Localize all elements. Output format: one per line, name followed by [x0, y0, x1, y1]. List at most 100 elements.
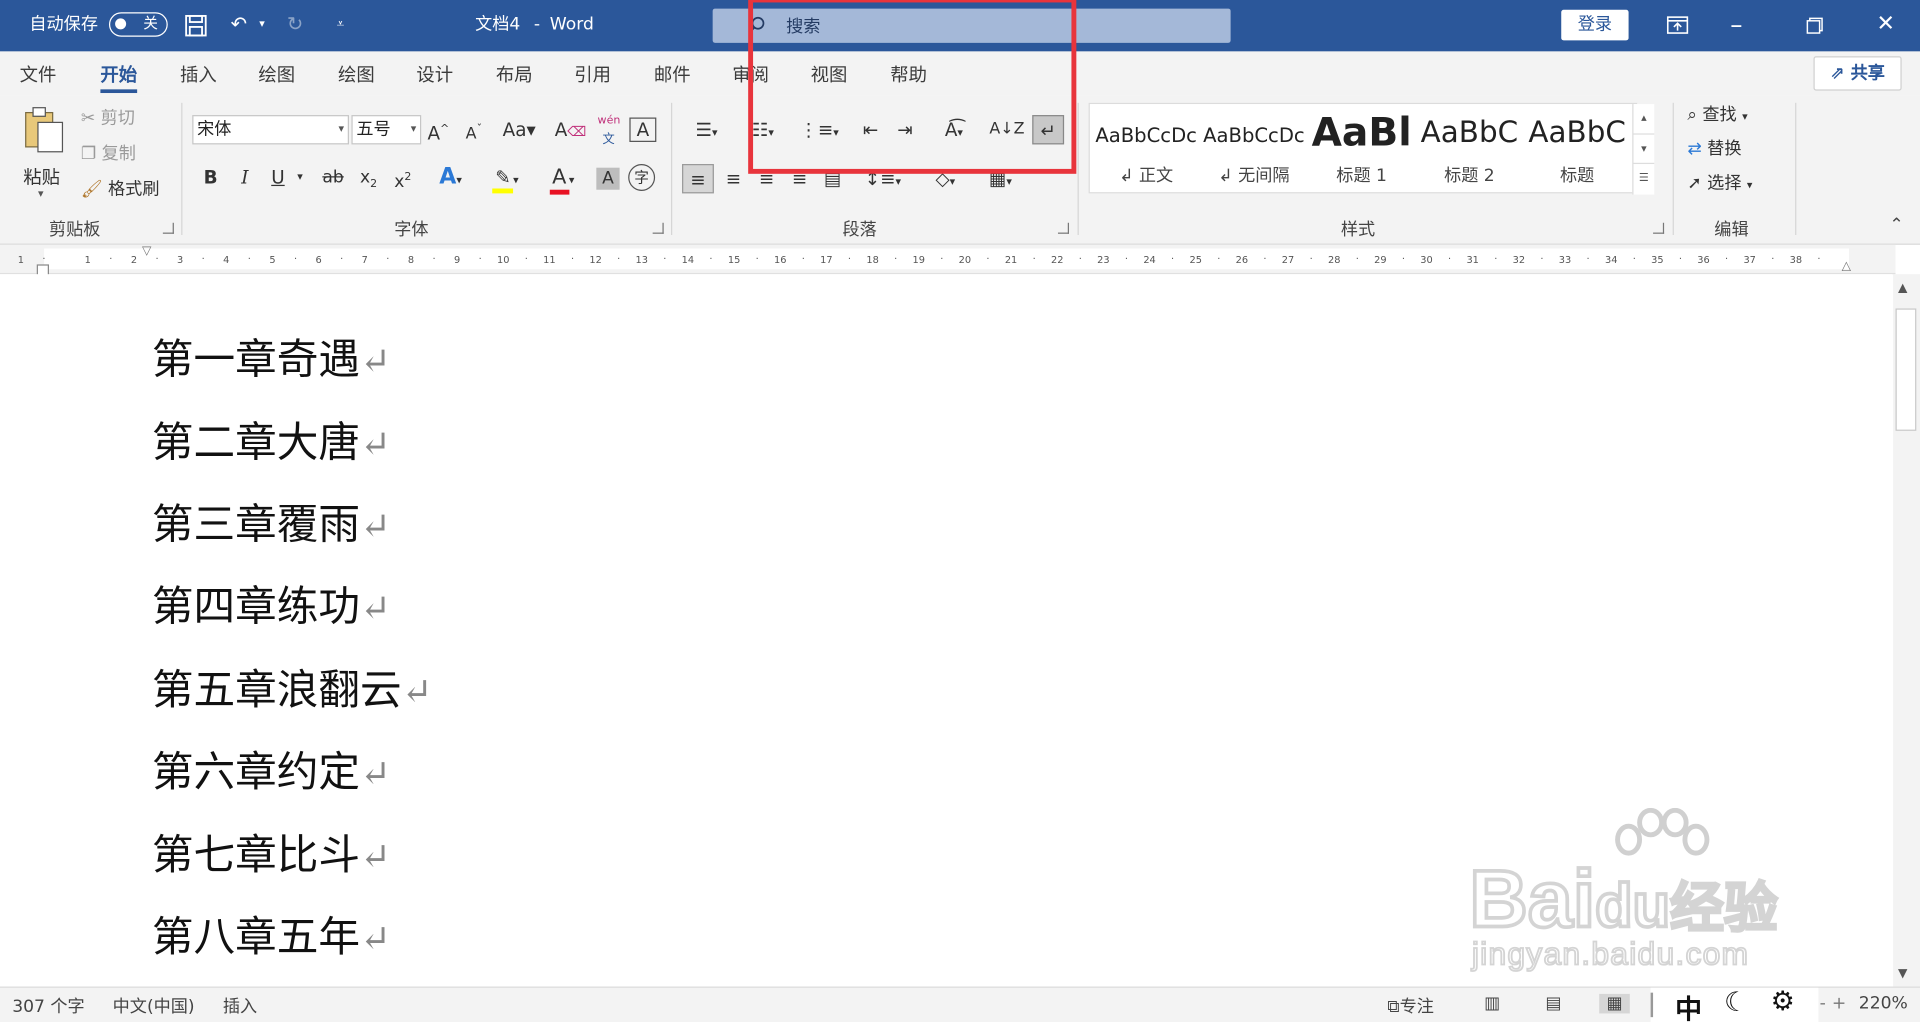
chevron-down-icon[interactable]: ▾: [1633, 133, 1655, 162]
undo-icon[interactable]: ↶: [222, 0, 256, 51]
restore-icon[interactable]: [1790, 0, 1839, 51]
customize-toolbar-icon[interactable]: ⩡: [324, 0, 356, 51]
undo-dropdown-icon[interactable]: ▾: [252, 0, 272, 51]
more-styles-icon[interactable]: ☰: [1633, 162, 1655, 192]
share-button[interactable]: ⇗ 共享: [1813, 56, 1902, 91]
character-border-icon[interactable]: A: [629, 117, 657, 142]
ruler-tick-label: 2: [130, 254, 138, 266]
ruler-tick-mark: ·: [386, 253, 390, 265]
align-left-icon[interactable]: ≡: [682, 164, 714, 194]
style-title[interactable]: AaBbC 标题: [1523, 104, 1631, 195]
bold-icon[interactable]: B: [198, 163, 222, 192]
clipboard-launcher-icon[interactable]: [162, 222, 174, 234]
ruler-tick-mark: ·: [847, 253, 852, 265]
ribbon-display-options-icon[interactable]: [1653, 0, 1702, 51]
focus-mode-button[interactable]: ⧉专注: [1387, 994, 1434, 1018]
font-color-icon[interactable]: A ▾: [539, 163, 586, 195]
shrink-font-icon[interactable]: Aˇ: [460, 115, 487, 144]
ruler-tick-mark: ·: [1217, 253, 1221, 265]
format-painter-button[interactable]: 🖌 格式刷: [81, 177, 160, 201]
enclose-characters-icon[interactable]: 字: [628, 164, 656, 191]
style-name: ↲ 正文: [1119, 166, 1174, 187]
print-layout-icon[interactable]: ▤: [1545, 994, 1561, 1014]
cut-button[interactable]: ✂ 剪切: [81, 106, 135, 130]
document-line[interactable]: 第八章五年↵: [152, 903, 391, 963]
scrollbar-thumb[interactable]: [1895, 308, 1917, 431]
document-line[interactable]: 第七章比斗↵: [152, 821, 391, 881]
right-indent-marker[interactable]: △: [1842, 259, 1851, 272]
clear-formatting-icon[interactable]: A⌫: [555, 115, 587, 144]
underline-icon[interactable]: U: [266, 163, 290, 192]
underline-dropdown-icon[interactable]: ▾: [291, 163, 308, 192]
style-no-spacing[interactable]: AaBbCcDc ↲ 无间隔: [1200, 104, 1308, 195]
select-button[interactable]: ➚ 选择 ▾: [1687, 171, 1752, 198]
italic-icon[interactable]: I: [233, 163, 257, 192]
save-icon[interactable]: [171, 0, 220, 51]
superscript-icon[interactable]: x2: [389, 163, 416, 192]
tab-draw-2[interactable]: 绘图: [338, 61, 375, 87]
style-normal[interactable]: AaBbCcDc ↲ 正文: [1092, 104, 1200, 195]
document-line[interactable]: 第四章练功↵: [152, 573, 391, 633]
font-launcher-icon[interactable]: [652, 222, 664, 234]
vertical-scrollbar[interactable]: ▲ ▼: [1893, 274, 1920, 987]
settings-icon[interactable]: ⚙: [1771, 987, 1795, 1018]
read-mode-icon[interactable]: ▥: [1484, 994, 1500, 1014]
collapse-ribbon-icon[interactable]: ⌃: [1889, 215, 1903, 235]
subscript-icon[interactable]: x2: [355, 163, 382, 192]
chevron-up-icon[interactable]: ▴: [1633, 104, 1654, 133]
tab-layout[interactable]: 布局: [496, 61, 533, 87]
scroll-down-icon[interactable]: ▼: [1898, 967, 1907, 980]
moon-icon[interactable]: ☾: [1724, 988, 1748, 1019]
tab-file[interactable]: 文件: [20, 61, 57, 87]
bullets-icon[interactable]: ☰▾: [682, 115, 731, 144]
minimize-icon[interactable]: –: [1712, 0, 1761, 51]
grow-font-icon[interactable]: A^: [425, 115, 452, 144]
style-heading-2[interactable]: AaBbC 标题 2: [1416, 104, 1524, 195]
phonetic-guide-icon[interactable]: wén 文: [595, 115, 622, 147]
document-line[interactable]: 第一章奇遇↵: [152, 326, 391, 386]
login-button[interactable]: 登录: [1561, 9, 1629, 41]
align-center-icon[interactable]: ≡: [719, 164, 748, 193]
autosave-toggle[interactable]: 关: [108, 12, 168, 37]
document-line[interactable]: 第六章约定↵: [152, 738, 391, 798]
styles-scroll[interactable]: ▴ ▾ ☰: [1632, 104, 1655, 195]
tab-insert[interactable]: 插入: [180, 61, 217, 87]
tab-draw[interactable]: 绘图: [258, 61, 295, 87]
scissors-icon: ✂: [80, 108, 96, 129]
ime-divider: [1650, 992, 1654, 1018]
document-line[interactable]: 第三章覆雨↵: [152, 491, 391, 551]
close-icon[interactable]: ✕: [1861, 0, 1910, 51]
group-divider: [1672, 102, 1674, 236]
redo-icon[interactable]: ↻: [277, 0, 314, 51]
insert-mode[interactable]: 插入: [223, 994, 257, 1018]
word-count[interactable]: 307 个字: [12, 994, 84, 1018]
tab-home[interactable]: 开始: [100, 61, 138, 94]
change-case-icon[interactable]: Aa▾: [497, 115, 541, 144]
font-name-select[interactable]: 宋体 ▾: [192, 115, 349, 145]
scroll-up-icon[interactable]: ▲: [1898, 282, 1907, 295]
watermark: Baidu经验 jingyan.baidu.com: [1468, 807, 1873, 992]
tab-references[interactable]: 引用: [574, 61, 611, 87]
web-layout-icon[interactable]: ▦: [1599, 993, 1631, 1014]
font-size-select[interactable]: 五号 ▾: [351, 115, 422, 145]
language-indicator[interactable]: 中文(中国): [113, 994, 195, 1018]
ime-mode[interactable]: 中: [1675, 988, 1702, 1022]
document-line[interactable]: 第五章浪翻云↵: [152, 656, 433, 716]
copy-button[interactable]: ❐ 复制: [81, 142, 136, 166]
replace-button[interactable]: ⇄ 替换: [1687, 137, 1741, 161]
style-heading-1[interactable]: AaBl 标题 1: [1308, 104, 1416, 195]
zoom-level[interactable]: 220%: [1859, 994, 1908, 1014]
document-line[interactable]: 第二章大唐↵: [152, 409, 391, 469]
highlight-icon[interactable]: ✎ ▾: [482, 163, 529, 194]
character-shading-icon[interactable]: A: [596, 167, 620, 190]
find-button[interactable]: ⌕ 查找 ▾: [1687, 103, 1747, 130]
paragraph-launcher-icon[interactable]: [1057, 222, 1069, 234]
zoom-out-icon[interactable]: -: [1820, 994, 1826, 1014]
strikethrough-icon[interactable]: ab: [318, 163, 347, 192]
tab-mailings[interactable]: 邮件: [654, 61, 691, 87]
text-effects-icon[interactable]: A▾: [429, 163, 473, 192]
tab-design[interactable]: 设计: [416, 61, 453, 87]
paste-button[interactable]: 粘贴 ▾: [21, 105, 70, 203]
styles-launcher-icon[interactable]: [1653, 222, 1665, 234]
zoom-in-icon[interactable]: +: [1832, 994, 1846, 1014]
